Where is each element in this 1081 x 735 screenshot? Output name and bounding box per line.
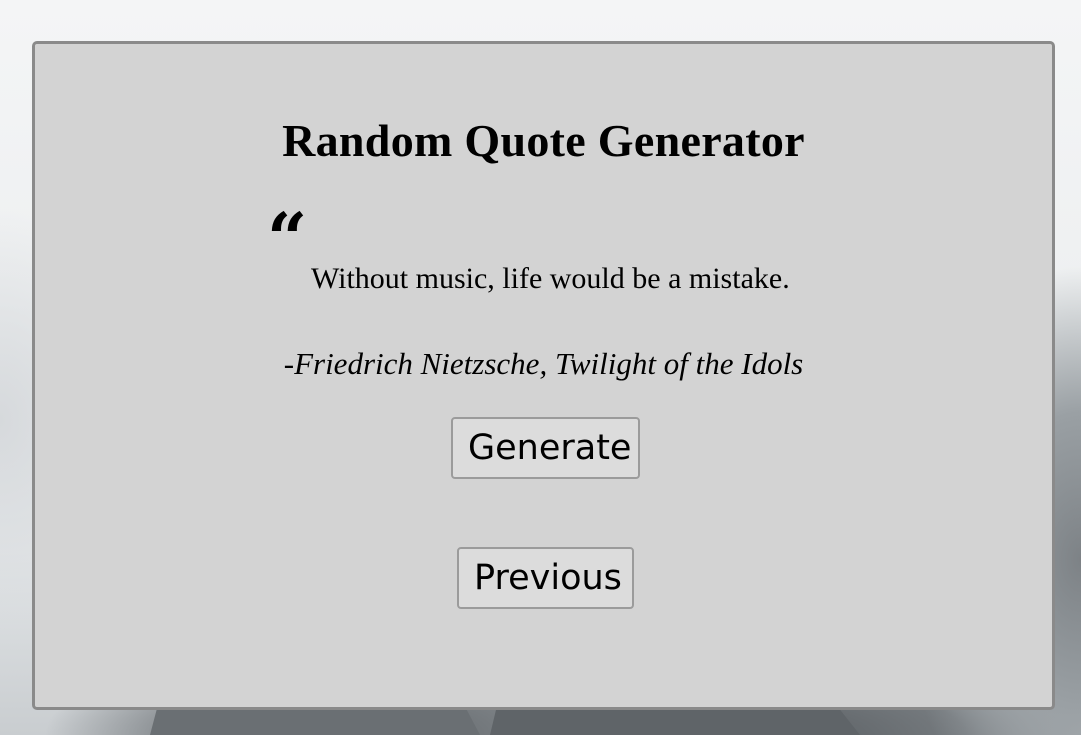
quote-text: Without music, life would be a mistake.	[311, 262, 790, 295]
previous-button[interactable]: Previous	[457, 547, 634, 609]
page-title: Random Quote Generator	[282, 115, 805, 166]
generate-button[interactable]: Generate	[451, 417, 640, 479]
quote-card: Random Quote Generator “ Without music, …	[32, 41, 1055, 710]
quote-mark-icon: “	[267, 197, 308, 280]
quote-attribution: -Friedrich Nietzsche, Twilight of the Id…	[283, 346, 804, 381]
